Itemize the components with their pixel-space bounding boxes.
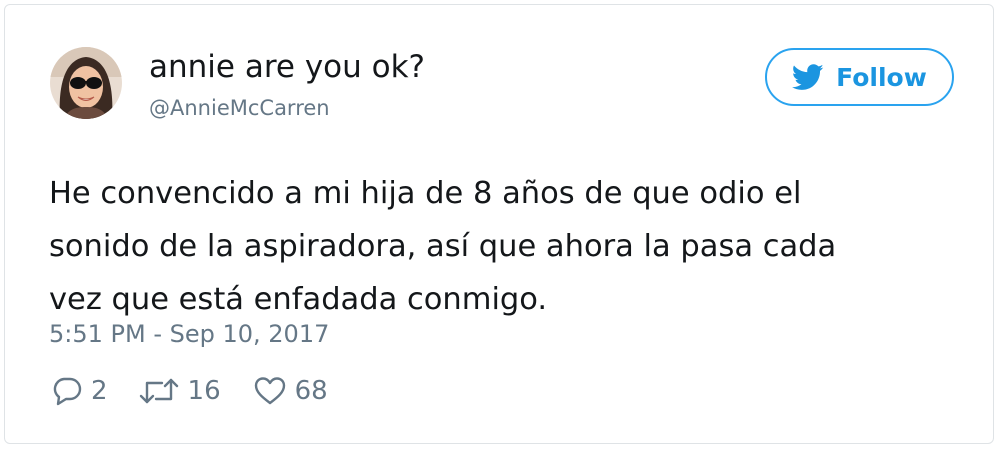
tweet-actions: 2 16 68 <box>51 371 328 411</box>
retweet-count: 16 <box>187 376 221 406</box>
reply-count: 2 <box>91 376 108 406</box>
user-avatar-icon <box>50 47 122 119</box>
author-display-name[interactable]: annie are you ok? <box>149 49 425 85</box>
tweet-text-line: He convencido a mi hija de 8 años de que… <box>49 176 802 211</box>
heart-icon <box>253 375 287 407</box>
tweet-text-line: sonido de la aspiradora, así que ahora l… <box>49 229 837 264</box>
tweet-timestamp[interactable]: 5:51 PM - Sep 10, 2017 <box>49 319 329 349</box>
follow-button[interactable]: Follow <box>765 48 954 106</box>
like-count: 68 <box>294 376 328 406</box>
tweet-card: annie are you ok? @AnnieMcCarren Follow … <box>4 4 994 444</box>
retweet-button[interactable]: 16 <box>138 375 221 407</box>
author-handle[interactable]: @AnnieMcCarren <box>149 95 330 121</box>
retweet-icon <box>138 375 180 407</box>
follow-label: Follow <box>836 62 927 92</box>
reply-button[interactable]: 2 <box>51 375 108 407</box>
tweet-text: He convencido a mi hija de 8 años de que… <box>49 167 969 326</box>
avatar[interactable] <box>50 47 122 119</box>
twitter-bird-icon <box>792 63 824 91</box>
reply-icon <box>51 375 83 407</box>
like-button[interactable]: 68 <box>253 375 328 407</box>
